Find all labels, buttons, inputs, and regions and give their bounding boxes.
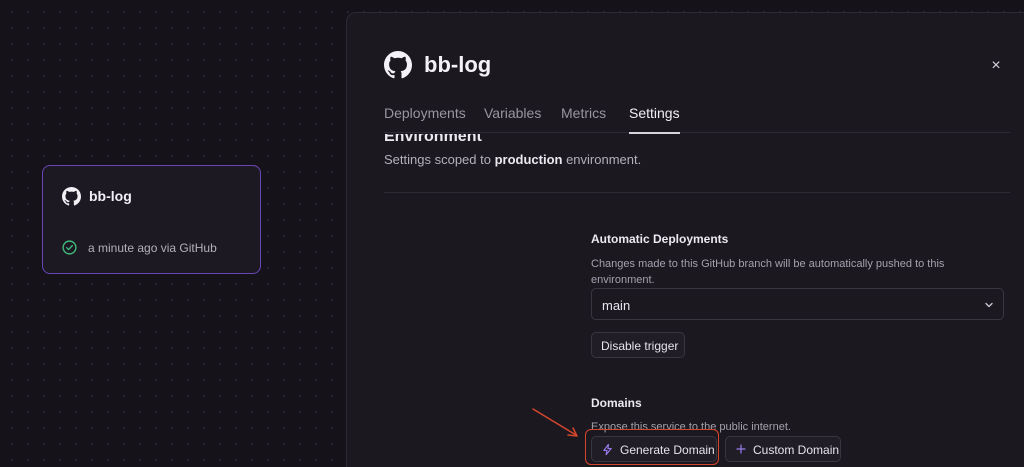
domains-description: Expose this service to the public intern… [591, 421, 791, 433]
service-card[interactable]: bb-log a minute ago via GitHub [42, 165, 261, 274]
panel-title: bb-log [424, 52, 492, 77]
github-icon [384, 51, 412, 79]
tab-settings[interactable]: Settings [629, 105, 680, 134]
generate-domain-button[interactable]: Generate Domain [591, 436, 717, 462]
branch-value: main [602, 298, 631, 313]
tab-deployments[interactable]: Deployments [384, 105, 466, 133]
tab-variables[interactable]: Variables [484, 105, 541, 133]
branch-select[interactable]: main [591, 288, 1004, 320]
disable-trigger-label: Disable trigger [601, 339, 679, 353]
service-name: bb-log [89, 188, 132, 204]
check-circle-icon [62, 240, 77, 255]
deploy-status: a minute ago via GitHub [88, 241, 217, 255]
close-icon[interactable]: × [987, 57, 1005, 75]
disable-trigger-button[interactable]: Disable trigger [591, 332, 685, 358]
tab-bar: Deployments Variables Metrics Settings [384, 105, 1010, 134]
environment-name: production [494, 152, 563, 167]
tab-metrics[interactable]: Metrics [561, 105, 606, 133]
auto-deploy-label: Automatic Deployments [591, 232, 729, 246]
environment-subtitle: Settings scoped to production environmen… [384, 152, 642, 167]
chevron-down-icon [985, 302, 993, 308]
plus-icon [736, 444, 746, 454]
divider [384, 192, 1010, 193]
lightning-icon [603, 443, 612, 456]
custom-domain-label: Custom Domain [753, 443, 840, 457]
service-panel: bb-log × Deployments Variables Metrics S… [346, 12, 1024, 467]
generate-domain-label: Generate Domain [620, 443, 715, 457]
environment-heading: Environment [384, 134, 482, 145]
auto-deploy-description: Changes made to this GitHub branch will … [591, 258, 945, 286]
github-icon [62, 187, 81, 206]
domains-label: Domains [591, 396, 642, 410]
custom-domain-button[interactable]: Custom Domain [725, 436, 841, 462]
settings-content[interactable]: Environment Settings scoped to productio… [347, 134, 1024, 467]
